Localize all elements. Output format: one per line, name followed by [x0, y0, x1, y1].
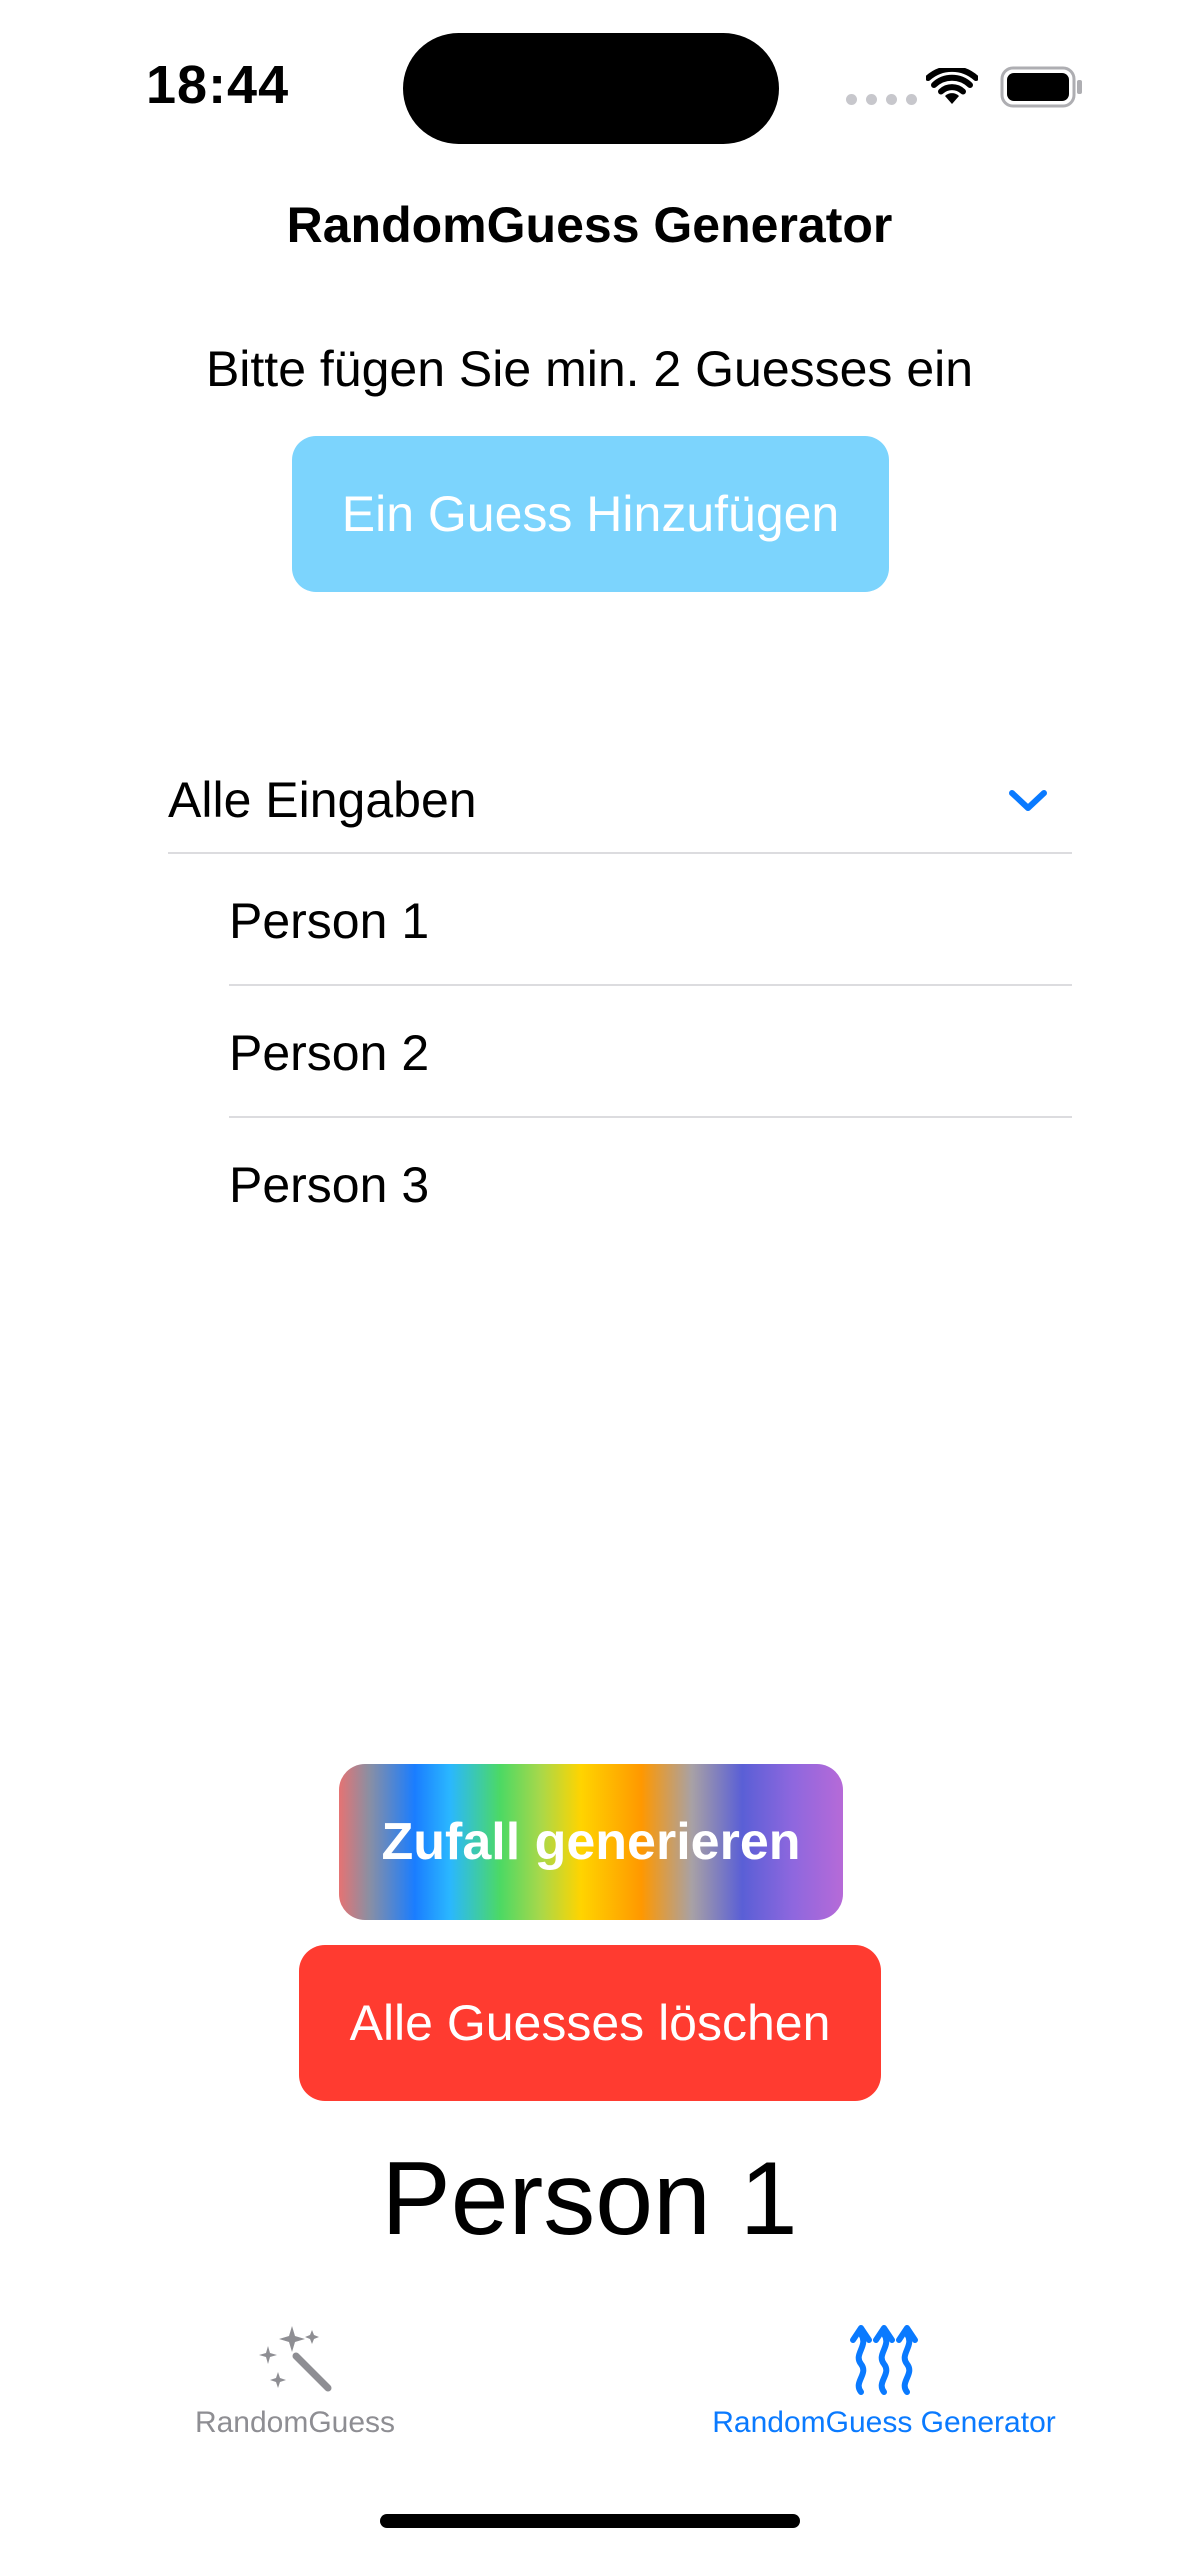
chevron-down-icon [1009, 790, 1047, 811]
generate-random-button[interactable]: Zufall generieren [339, 1764, 843, 1920]
list-item-label: Person 3 [229, 1157, 430, 1213]
divider [229, 984, 1072, 986]
status-time: 18:44 [146, 55, 290, 115]
add-guess-button[interactable]: Ein Guess Hinzufügen [292, 436, 889, 592]
list-item[interactable]: Person 2 [229, 988, 1072, 1118]
dynamic-island [403, 33, 779, 144]
cellular-signal-icon [846, 94, 917, 105]
list-item-label: Person 2 [229, 1025, 430, 1081]
all-entries-disclosure[interactable]: Alle Eingaben [168, 750, 1072, 850]
tab-randomguess-generator[interactable]: RandomGuess Generator [634, 2320, 1134, 2460]
tab-randomguess[interactable]: RandomGuess [45, 2320, 545, 2460]
tab-label: RandomGuess Generator [712, 2406, 1056, 2439]
battery-icon [1000, 66, 1082, 108]
divider [168, 852, 1072, 854]
list-item[interactable]: Person 3 [229, 1120, 1072, 1250]
list-item-label: Person 1 [229, 893, 430, 949]
magic-wand-icon [259, 2326, 332, 2392]
list-item[interactable]: Person 1 [229, 856, 1072, 986]
tab-label: RandomGuess [194, 2406, 396, 2439]
delete-all-button[interactable]: Alle Guesses löschen [299, 1945, 881, 2101]
page-title: RandomGuess Generator [286, 197, 893, 253]
result-text: Person 1 [381, 2141, 798, 2257]
heat-waves-icon [850, 2325, 918, 2395]
instruction-text: Bitte fügen Sie min. 2 Guesses ein [205, 341, 974, 397]
wifi-icon [926, 68, 978, 104]
home-indicator[interactable] [380, 2514, 800, 2528]
divider [229, 1116, 1072, 1118]
section-header-label: Alle Eingaben [168, 772, 477, 828]
